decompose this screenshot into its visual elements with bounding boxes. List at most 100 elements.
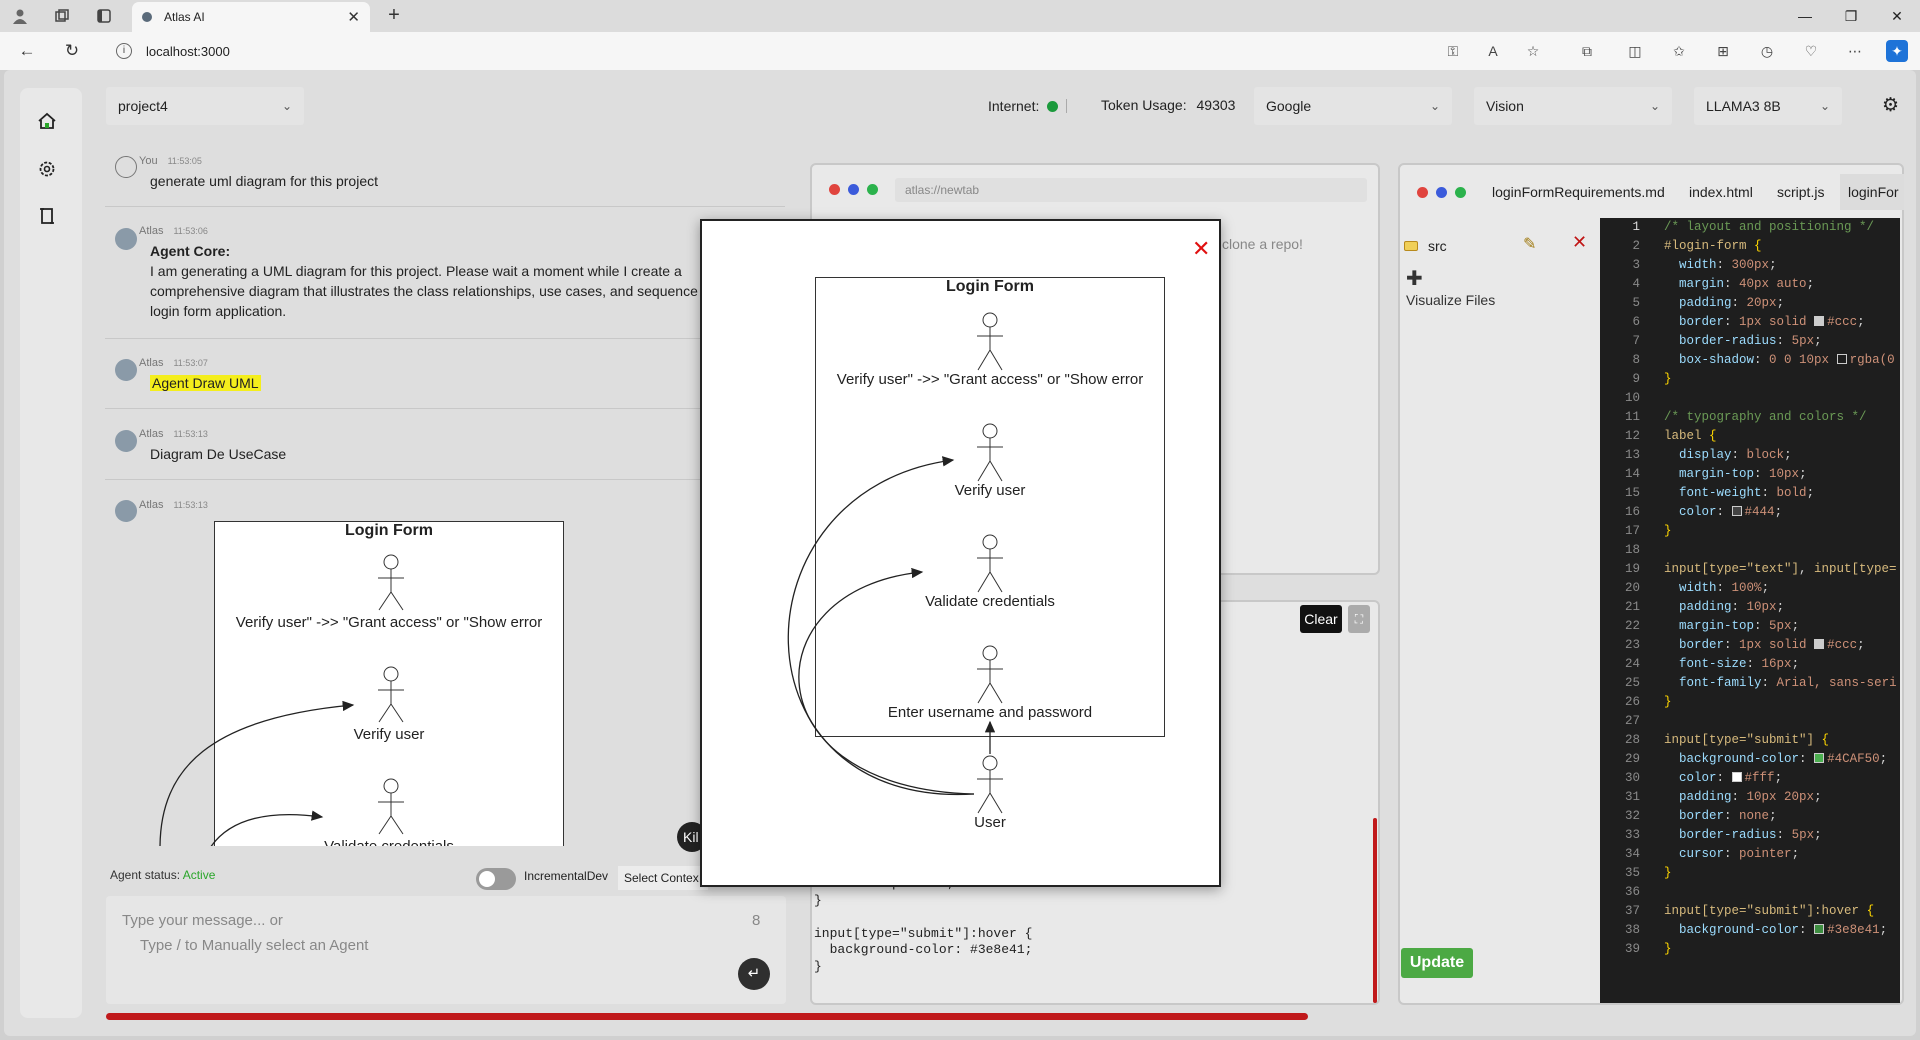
agent-status-value: Active — [182, 868, 216, 882]
message-author: Atlas — [139, 357, 164, 369]
chevron-down-icon: ⌄ — [1429, 99, 1440, 113]
minimize-button[interactable]: — — [1782, 0, 1828, 32]
update-button[interactable]: Update — [1401, 948, 1473, 978]
mode-select-value: Vision — [1486, 98, 1524, 114]
send-button[interactable]: ↵ — [738, 958, 770, 990]
model-select-value: LLAMA3 8B — [1706, 98, 1781, 114]
restore-button[interactable]: ❐ — [1828, 0, 1874, 32]
chevron-down-icon: ⌄ — [1819, 99, 1830, 113]
model-select[interactable]: LLAMA3 8B ⌄ — [1694, 87, 1842, 125]
message-author: Atlas — [139, 225, 164, 237]
history-icon[interactable]: ◷ — [1756, 40, 1778, 62]
close-dot-icon — [829, 184, 840, 195]
chat-message: Atlas 11:53:13 Diagram De UseCase — [105, 426, 785, 464]
maximize-dot-icon — [867, 184, 878, 195]
more-menu-icon[interactable]: ⋯ — [1844, 40, 1866, 62]
settings-gear-icon[interactable]: ⚙ — [1882, 94, 1899, 117]
minimize-dot-icon — [1436, 187, 1447, 198]
internet-label: Internet: — [988, 98, 1040, 114]
internet-status-dot-icon — [1047, 100, 1059, 112]
code-editor[interactable]: 1/* layout and positioning */ 2 #login-fo… — [1600, 218, 1900, 1003]
home-icon[interactable] — [36, 111, 58, 133]
delete-x-icon[interactable]: ✕ — [1572, 232, 1587, 253]
message-text: Agent Draw UML — [150, 375, 261, 391]
chat-uml-diagram: Login Form Verify user" ->> "Grant acces… — [100, 518, 790, 846]
edit-pencil-icon[interactable]: ✎ — [1523, 234, 1536, 254]
tab-actions-icon[interactable] — [94, 6, 114, 26]
project-select-value: project4 — [118, 98, 168, 114]
visualize-files-label[interactable]: Visualize Files — [1406, 292, 1495, 308]
file-tab[interactable]: loginFormRequirements.md — [1492, 184, 1665, 200]
workspaces-icon[interactable] — [52, 6, 72, 26]
uml-arrows — [787, 456, 996, 796]
close-tab-icon[interactable]: ✕ — [347, 8, 360, 26]
chat-message: Atlas 11:53:07 Agent Draw UML — [105, 355, 785, 393]
project-select[interactable]: project4 ⌄ — [106, 87, 304, 125]
close-window-button[interactable]: ✕ — [1874, 0, 1920, 32]
message-title: Agent Core: — [150, 243, 231, 259]
divider — [105, 338, 785, 339]
site-info-icon[interactable]: i — [116, 43, 132, 59]
tab-title: Atlas AI — [164, 10, 205, 24]
message-time: 11:53:07 — [173, 358, 208, 368]
read-aloud-icon[interactable]: A — [1482, 40, 1504, 62]
message-author: You — [139, 155, 158, 167]
terminal-output: cursor: pointer; } input[type="submit"]:… — [814, 876, 1033, 974]
incremental-dev-toggle[interactable] — [476, 868, 516, 890]
preview-address-field[interactable]: atlas://newtab — [895, 178, 1367, 202]
provider-select[interactable]: Google ⌄ — [1254, 87, 1452, 125]
incremental-dev-label: IncrementalDev — [524, 869, 609, 883]
new-tab-button[interactable]: + — [382, 4, 406, 28]
internet-status: Internet: — [988, 96, 1059, 116]
key-icon[interactable]: ⚿ — [1442, 40, 1464, 62]
divider — [105, 408, 785, 409]
mode-select[interactable]: Vision ⌄ — [1474, 87, 1672, 125]
select-context-button[interactable]: Select Contex — [618, 866, 708, 890]
settings-gear-icon[interactable] — [36, 159, 58, 181]
favorites-icon[interactable]: ✩ — [1668, 40, 1690, 62]
divider — [105, 479, 785, 480]
message-time: 11:53:13 — [173, 429, 208, 439]
reload-button[interactable]: ↻ — [61, 40, 83, 62]
provider-select-value: Google — [1266, 98, 1312, 114]
close-dot-icon — [1417, 187, 1428, 198]
browser-essentials-icon[interactable]: ♡ — [1800, 40, 1822, 62]
char-count: 8 — [752, 912, 761, 929]
message-text: I am generating a UML diagram for this p… — [150, 263, 742, 319]
extensions-icon[interactable]: ⧉ — [1576, 40, 1598, 62]
agent-status: Agent status: Active — [110, 868, 215, 882]
back-button[interactable]: ← — [16, 40, 38, 62]
terminal-scrollbar[interactable] — [1373, 818, 1377, 1003]
atlas-favicon-icon — [142, 12, 152, 22]
file-tab[interactable]: index.html — [1689, 184, 1753, 200]
folder-name: src — [1428, 238, 1447, 254]
add-file-icon[interactable]: ✚ — [1406, 266, 1423, 291]
scroll-document-icon[interactable] — [36, 206, 58, 228]
message-time: 11:53:13 — [173, 500, 208, 510]
file-tab[interactable]: script.js — [1777, 184, 1824, 200]
collections-icon[interactable]: ⊞ — [1712, 40, 1734, 62]
favorite-star-icon[interactable]: ☆ — [1522, 40, 1544, 62]
token-usage-label: Token Usage: — [1101, 97, 1187, 113]
copilot-icon[interactable]: ✦ — [1886, 40, 1908, 62]
divider — [105, 206, 785, 207]
chat-message: You 11:53:05 generate uml diagram for thi… — [105, 153, 785, 191]
fullscreen-icon[interactable]: ⛶ — [1348, 605, 1370, 633]
progress-bar — [106, 1013, 1308, 1020]
chat-message: Atlas 11:53:13 — [105, 497, 785, 513]
folder-row[interactable]: src — [1404, 238, 1447, 254]
chevron-down-icon: ⌄ — [1649, 99, 1660, 113]
token-usage-value: 49303 — [1196, 97, 1236, 113]
divider — [1066, 99, 1067, 113]
profile-icon[interactable] — [10, 6, 30, 26]
folder-icon — [1404, 241, 1418, 251]
browser-tab[interactable]: Atlas AI ✕ — [132, 2, 370, 32]
clear-button[interactable]: Clear — [1300, 605, 1342, 633]
clone-hint: clone a repo! — [1222, 236, 1303, 252]
input-placeholder-hint: Type / to Manually select an Agent — [140, 937, 369, 954]
split-screen-icon[interactable]: ◫ — [1624, 40, 1646, 62]
url-field[interactable]: i localhost:3000 — [116, 38, 1436, 64]
input-placeholder: Type your message... or — [122, 912, 283, 929]
token-usage: Token Usage: 49303 — [1101, 97, 1235, 113]
file-tab-active[interactable]: loginFor — [1840, 174, 1904, 210]
